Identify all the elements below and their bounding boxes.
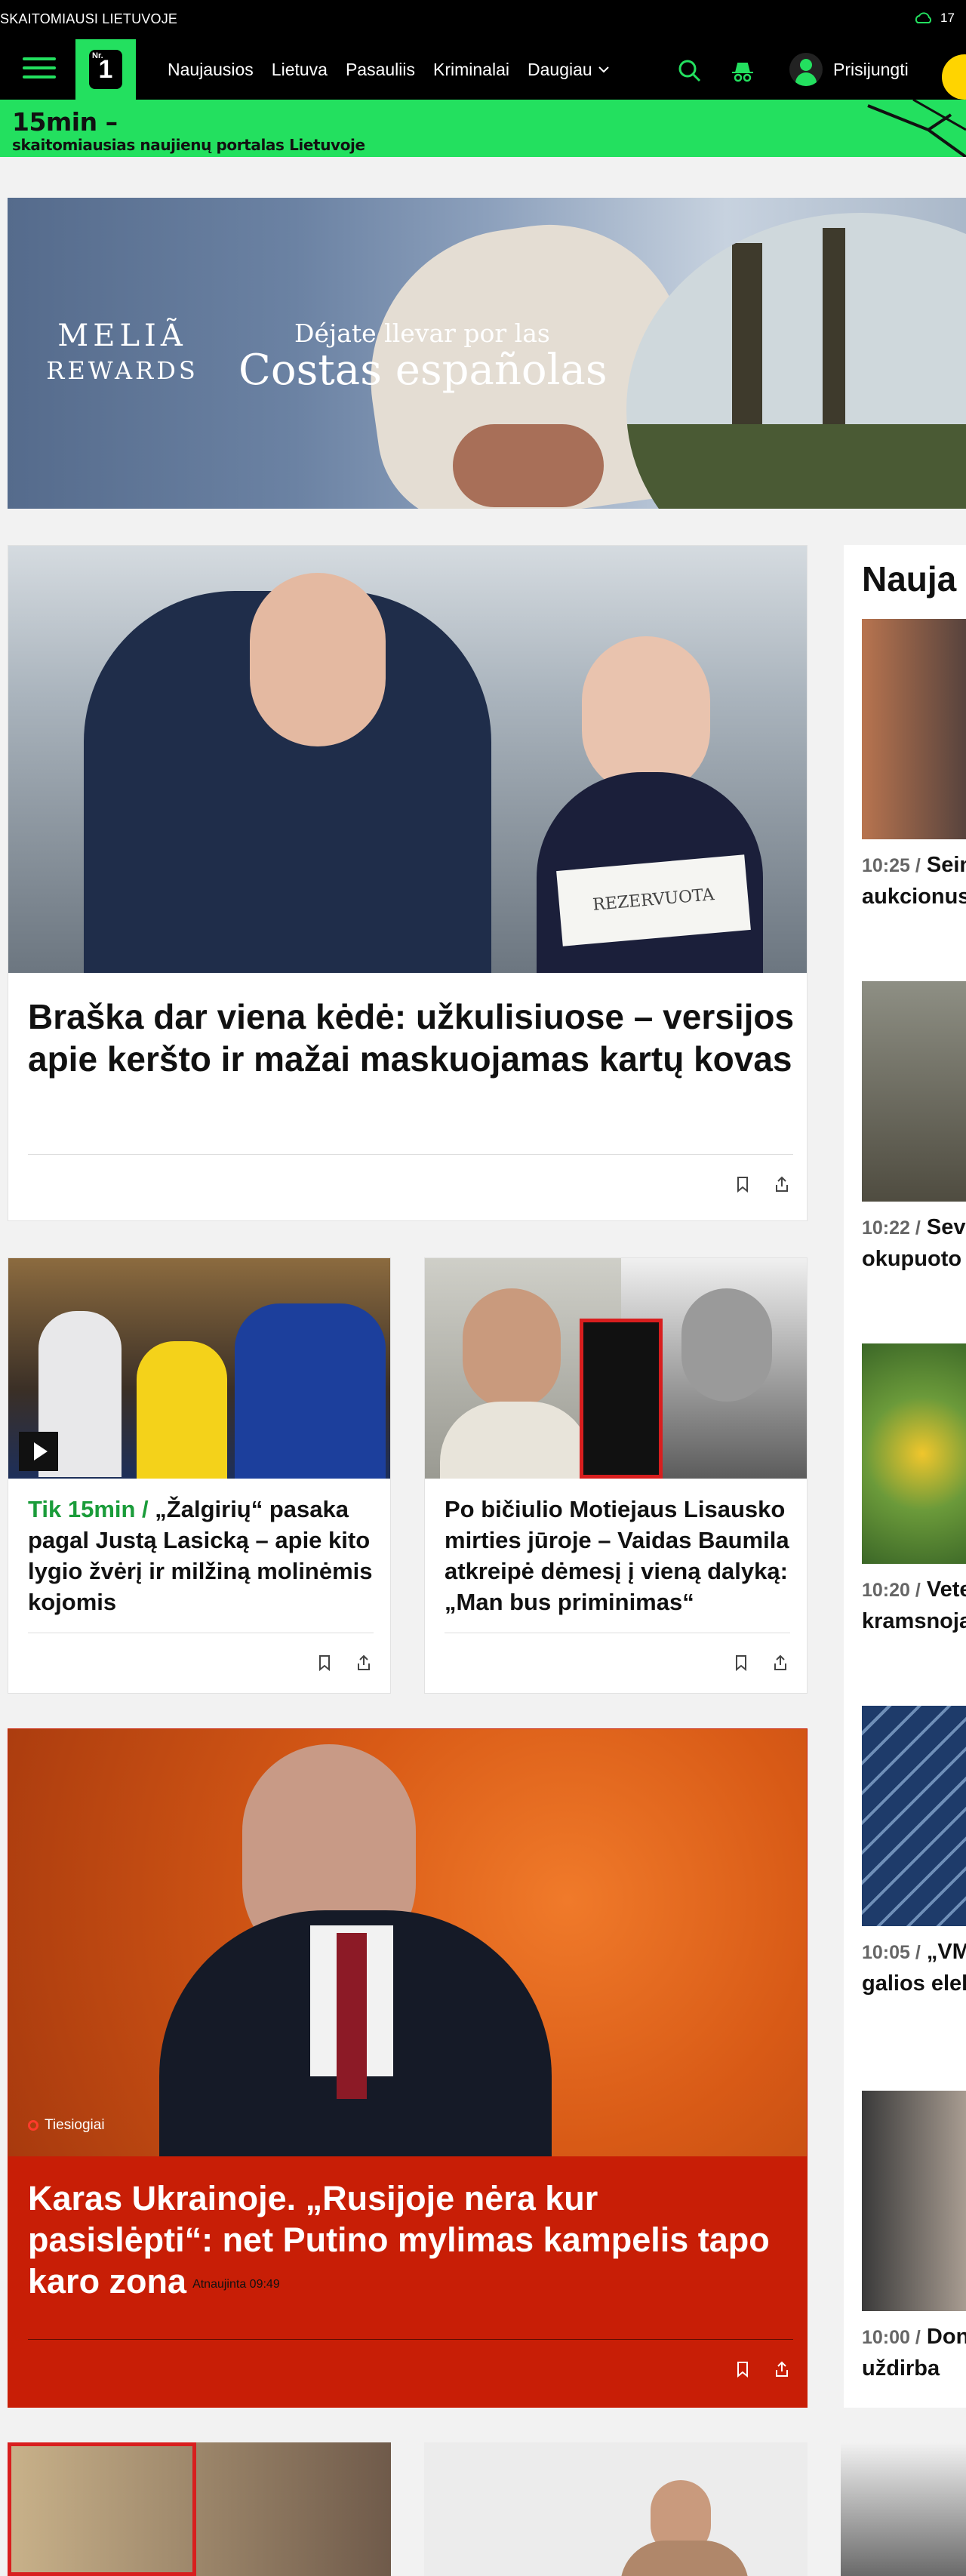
main-article-image: REZERVUOTA <box>8 546 807 973</box>
video-play-icon[interactable] <box>19 1432 58 1471</box>
banner-arrow-decoration <box>867 100 966 157</box>
updated-timestamp: Atnaujinta 09:49 <box>192 2277 280 2291</box>
share-icon[interactable] <box>772 1654 789 1672</box>
live-article-title[interactable]: Karas Ukrainoje. „Rusijoje nėra kur pasi… <box>28 2177 783 2305</box>
article-actions <box>734 1175 790 1193</box>
share-icon[interactable] <box>774 2360 790 2378</box>
site-tagline: SKAITOMIAUSI LIETUVOJE <box>0 11 178 26</box>
banner-title: 15min – <box>12 107 118 137</box>
article-image-football <box>8 1258 390 1479</box>
news-thumbnail <box>862 2091 966 2311</box>
news-thumbnail <box>862 1343 966 1564</box>
main-nav: Nr. 1 Naujausios Lietuva Pasauliis Krimin… <box>0 39 966 100</box>
nav-item-lietuva[interactable]: Lietuva <box>272 60 328 80</box>
ad-headline: Costas españolas <box>238 346 608 395</box>
ad-tagline: Déjate llevar por las <box>294 319 550 348</box>
article-title-zalgiris[interactable]: Tik 15min / „Žalgirių“ pasaka pagal Just… <box>28 1494 383 1617</box>
sidebar-news-item[interactable]: 10:00 / Don bendrovės uždirba <box>862 2091 966 2384</box>
login-label: Prisijungti <box>833 59 909 79</box>
article-card-bottom-2[interactable] <box>424 2442 808 2576</box>
article-image-portraits <box>425 1258 807 1479</box>
ad-arm-image <box>453 424 604 507</box>
live-article-card[interactable]: Tiesiogiai Karas Ukrainoje. „Rusijoje nė… <box>8 1728 808 2408</box>
sidebar-news-item[interactable]: 10:20 / Vete populiarų kramsnoja <box>862 1343 966 1637</box>
news-time: 10:00 / <box>862 2327 921 2348</box>
divider <box>28 1154 793 1155</box>
live-badge: Tiesiogiai <box>28 2117 105 2134</box>
nav-menu: Naujausios Lietuva Pasauliis Kriminalai … <box>168 39 609 100</box>
live-dot-icon <box>28 2120 38 2131</box>
sidebar-news-item[interactable]: 10:25 / Sein griežtinti v aukcionus <box>862 619 966 913</box>
article-title-baumila[interactable]: Po bičiulio Motiejaus Lisausko mirties j… <box>445 1494 799 1617</box>
banner-subtitle: skaitomiausias naujienų portalas Lietuvo… <box>12 136 365 154</box>
nav-item-pasaulis[interactable]: Pasauliis <box>346 60 415 80</box>
ad-brand-name: MELIÃ <box>57 319 187 353</box>
menu-icon[interactable] <box>23 57 56 82</box>
bookmark-icon[interactable] <box>733 1654 749 1672</box>
live-badge-label: Tiesiogiai <box>45 2117 105 2133</box>
top-bar: SKAITOMIAUSI LIETUVOJE 17 <box>0 0 966 39</box>
article-kicker: Tik 15min / <box>28 1496 149 1522</box>
nav-item-naujausios[interactable]: Naujausios <box>168 60 254 80</box>
news-time: 10:22 / <box>862 1217 921 1239</box>
site-logo[interactable]: Nr. 1 <box>75 39 136 100</box>
nav-more-label: Daugiau <box>528 59 592 79</box>
article-card-zalgiris[interactable]: Tik 15min / „Žalgirių“ pasaka pagal Just… <box>8 1257 391 1694</box>
main-article-card[interactable]: REZERVUOTA Braška dar viena kėdė: užkuli… <box>8 545 808 1221</box>
article-card-bottom-1[interactable] <box>8 2442 391 2576</box>
live-article-title-text: Karas Ukrainoje. „Rusijoje nėra kur pasi… <box>28 2179 770 2301</box>
news-thumbnail <box>862 981 966 1202</box>
article-card-baumila[interactable]: Po bičiulio Motiejaus Lisausko mirties j… <box>424 1257 808 1694</box>
sidebar-news-item[interactable]: 10:05 / „VMC rajone pra galios elel <box>862 1706 966 1999</box>
brand-banner: 15min – skaitomiausias naujienų portalas… <box>0 100 966 157</box>
login-button[interactable]: Prisijungti <box>789 53 909 86</box>
main-article-title[interactable]: Braška dar viena kėdė: užkulisiuose – ve… <box>28 996 798 1080</box>
article-actions <box>734 2360 790 2378</box>
share-icon[interactable] <box>355 1654 372 1672</box>
article-actions <box>316 1654 372 1672</box>
chevron-down-icon <box>598 66 609 73</box>
article-card-bottom-3[interactable] <box>841 2442 966 2576</box>
logo-small-text: Nr. <box>92 51 103 60</box>
divider <box>28 2339 793 2340</box>
sidebar-heading: Nauja <box>862 559 957 599</box>
news-thumbnail <box>862 619 966 839</box>
cloud-sun-icon <box>915 12 932 23</box>
share-icon[interactable] <box>774 1175 790 1193</box>
search-icon[interactable] <box>676 57 703 85</box>
sidebar-news-item[interactable]: 10:22 / Seva nužudė ke okupuoto <box>862 981 966 1275</box>
nav-item-kriminalai[interactable]: Kriminalai <box>433 60 509 80</box>
latest-news-sidebar: Nauja 10:25 / Sein griežtinti v aukcionu… <box>844 545 966 2408</box>
user-avatar-icon <box>789 53 823 86</box>
advertisement-banner[interactable]: MELIÃ REWARDS Déjate llevar por las Cost… <box>8 198 966 509</box>
news-time: 10:20 / <box>862 1580 921 1601</box>
bookmark-icon[interactable] <box>316 1654 333 1672</box>
nav-icons <box>676 57 756 85</box>
news-time: 10:05 / <box>862 1942 921 1963</box>
weather-widget[interactable]: 17 <box>913 9 955 27</box>
bookmark-icon[interactable] <box>734 2360 751 2378</box>
bookmark-icon[interactable] <box>734 1175 751 1193</box>
promo-circle[interactable] <box>942 54 966 100</box>
highlight-frame <box>8 2442 196 2576</box>
article-actions <box>733 1654 789 1672</box>
temperature: 17 <box>940 11 955 25</box>
nav-item-more[interactable]: Daugiau <box>528 60 609 80</box>
live-article-image: Tiesiogiai <box>8 1729 807 2156</box>
incognito-icon[interactable] <box>729 57 756 85</box>
news-time: 10:25 / <box>862 855 921 876</box>
ad-brand-sub: REWARDS <box>46 356 198 385</box>
news-thumbnail <box>862 1706 966 1926</box>
